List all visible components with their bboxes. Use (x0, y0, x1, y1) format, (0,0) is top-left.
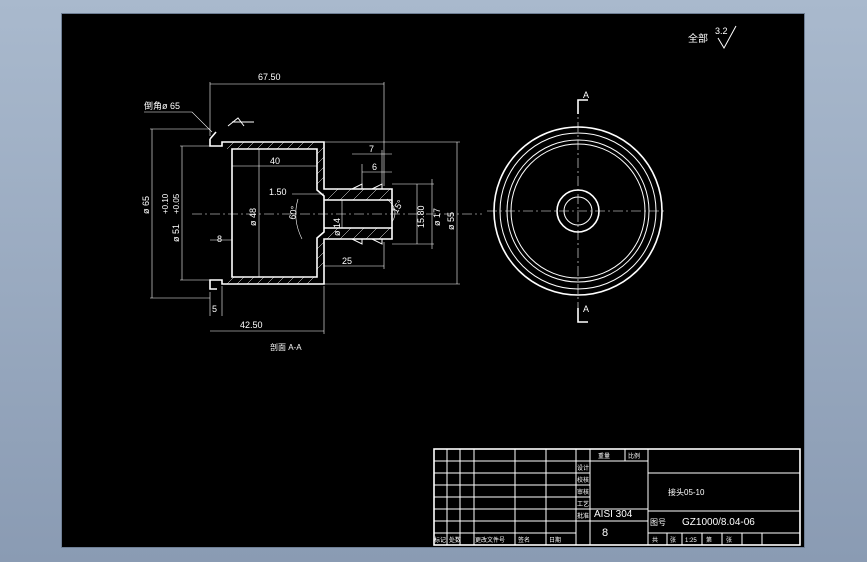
dim-dia-17: ø 17 (432, 208, 442, 226)
dim-len-8: 8 (217, 234, 222, 244)
drawing-canvas: 全部 3.2 67.50 倒角 ø 65 ø 65 +0.10 +0.05 ø … (141, 25, 801, 546)
lbl-check: 校核 (577, 476, 589, 484)
hdr-mark: 标记 (434, 536, 446, 544)
dim-len-150: 1.50 (269, 187, 287, 197)
dim-overall-length: 67.50 (258, 72, 281, 82)
dim-dia-48: ø 48 (248, 208, 258, 226)
lbl-review: 审核 (577, 488, 589, 496)
dim-len-5: 5 (212, 304, 217, 314)
dim-len-7: 7 (369, 144, 374, 154)
chamfer-edge (209, 131, 217, 140)
dim-dia-55: ø 55 (446, 212, 456, 230)
dim-chamfer-label: 倒角 (144, 100, 162, 111)
weld-symbol (227, 117, 254, 127)
dim-flange-dia: ø 65 (162, 101, 180, 111)
lbl-weight: 重量 (598, 452, 610, 460)
roughness-note: 全部 3.2 (688, 25, 737, 50)
hdr-sign: 签名 (518, 536, 530, 544)
dim-dia-65: ø 65 (141, 196, 151, 214)
section-caption: 剖面 A-A (270, 342, 302, 352)
inner-cavity (231, 148, 325, 278)
lbl-design: 设计 (577, 464, 589, 472)
foot-sheets: 张 (670, 536, 676, 544)
hdr-change-doc: 更改文件号 (475, 536, 505, 544)
foot-page: 第 (706, 536, 712, 544)
quantity: 8 (602, 527, 608, 539)
hdr-count: 处数 (449, 536, 461, 544)
dim-dia-51: ø 51 (171, 224, 181, 242)
section-mark-bottom: A (583, 304, 589, 314)
dim-len-4250: 42.50 (240, 320, 263, 330)
material: AISI 304 (594, 509, 633, 520)
lbl-approve: 批准 (577, 512, 589, 520)
dim-len-40: 40 (270, 156, 280, 166)
dim-tol-lower: +0.05 (172, 193, 181, 214)
foot-total: 共 (652, 536, 658, 544)
dim-angle-60: 60° (287, 205, 299, 221)
section-view: 67.50 倒角 ø 65 ø 65 +0.10 +0.05 ø 51 ø 48… (141, 72, 482, 352)
dim-dia-1580: 15.80 (416, 205, 426, 228)
title-block: 标记 处数 更改文件号 签名 日期 设计 校核 审核 工艺 批准 重量 比例 接… (433, 448, 801, 546)
foot-sheet: 张 (726, 536, 732, 544)
foot-scale: 1:25 (685, 538, 697, 544)
drawing-sheet: 全部 3.2 67.50 倒角 ø 65 ø 65 +0.10 +0.05 ø … (61, 13, 805, 548)
lbl-process: 工艺 (577, 500, 589, 508)
dim-dia-14: ø 14 (332, 218, 342, 236)
roughness-label: 全部 (688, 32, 708, 45)
dim-len-25: 25 (342, 256, 352, 266)
hdr-date: 日期 (549, 536, 561, 544)
drawing-no-label: 图号 (650, 518, 666, 527)
section-arrow-top (577, 99, 588, 114)
drawing-no: GZ1000/8.04-06 (682, 517, 755, 528)
section-mark-top: A (583, 90, 589, 100)
lbl-scale: 比例 (628, 452, 640, 460)
right-grid (648, 472, 800, 545)
dim-len-6: 6 (372, 162, 377, 172)
mid-grid (576, 449, 649, 545)
roughness-value: 3.2 (715, 26, 728, 36)
dim-tol-upper: +0.10 (161, 193, 170, 214)
part-name: 接头05-10 (668, 487, 705, 497)
end-view: A A (487, 90, 666, 323)
revision-grid (434, 449, 577, 545)
